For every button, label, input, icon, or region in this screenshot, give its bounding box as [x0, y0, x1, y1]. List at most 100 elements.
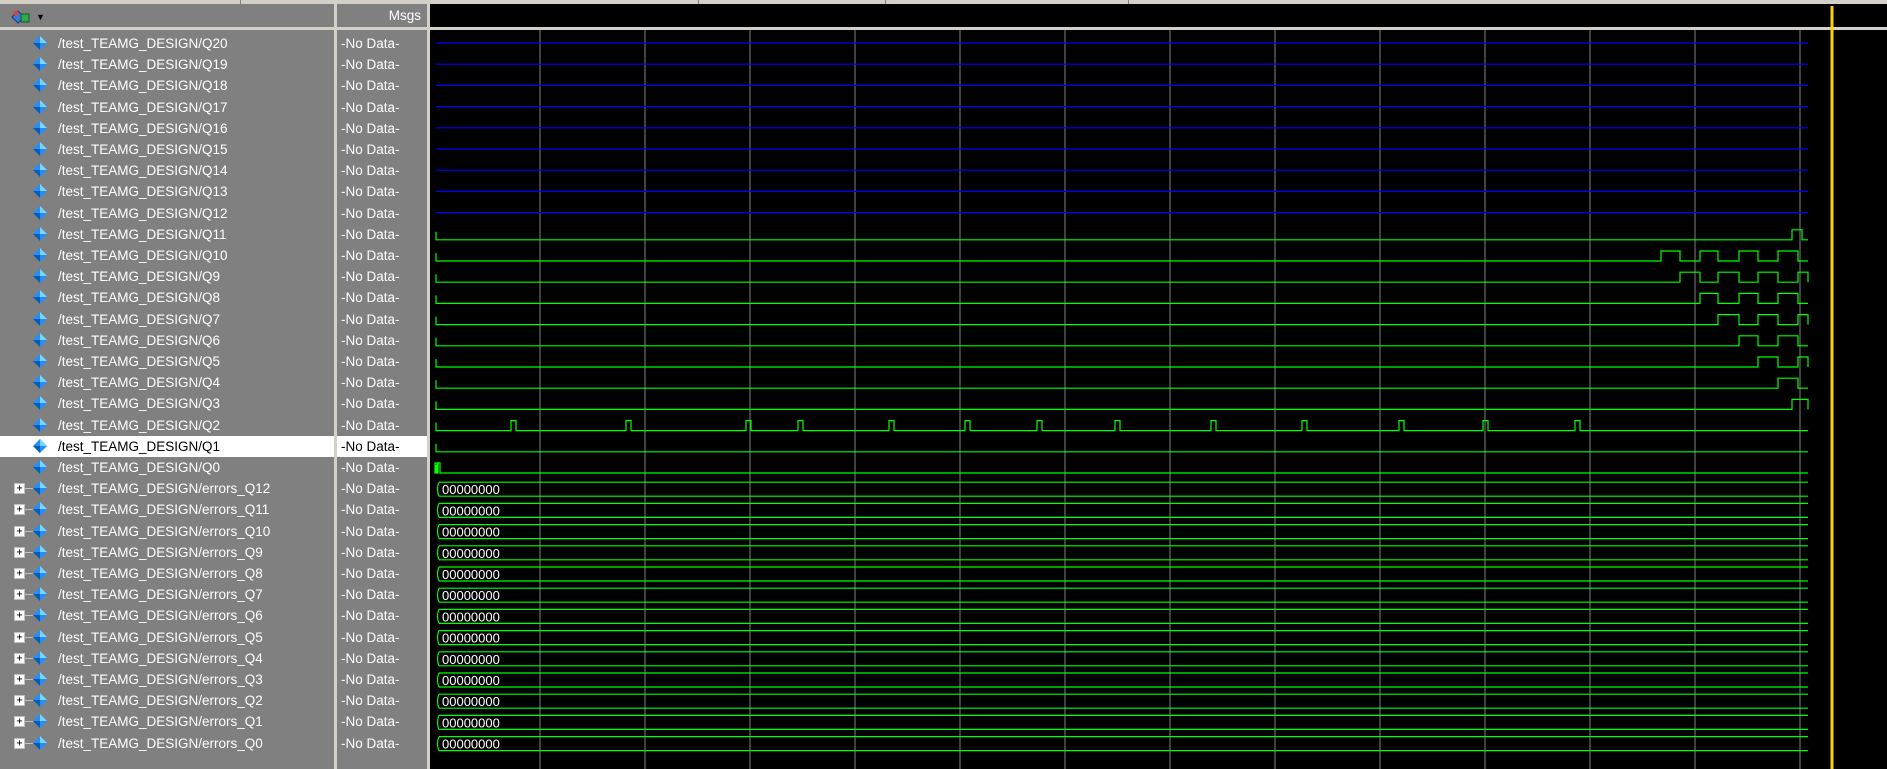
signal-diamond-icon — [33, 693, 47, 708]
signal-name: /test_TEAMG_DESIGN/Q5 — [58, 354, 221, 369]
signal-value: -No Data- — [341, 354, 400, 369]
tree-connector — [24, 509, 33, 511]
signal-row[interactable]: /test_TEAMG_DESIGN/Q6 — [0, 330, 334, 351]
tree-connector — [24, 488, 33, 490]
signal-name: /test_TEAMG_DESIGN/Q0 — [58, 460, 221, 475]
signal-row[interactable]: +/test_TEAMG_DESIGN/errors_Q0 — [0, 733, 334, 754]
bus-waveform — [436, 566, 1808, 582]
signal-row[interactable]: /test_TEAMG_DESIGN/Q12 — [0, 203, 334, 224]
waveform-canvas[interactable]: 00000000 00000000 00000000 00000000 00000000… — [430, 4, 1887, 769]
bus-waveform — [436, 651, 1808, 667]
signal-row[interactable]: +/test_TEAMG_DESIGN/errors_Q2 — [0, 690, 334, 711]
signal-row[interactable]: /test_TEAMG_DESIGN/Q14 — [0, 160, 334, 181]
signal-row[interactable]: +/test_TEAMG_DESIGN/errors_Q5 — [0, 627, 334, 648]
signal-row[interactable]: +/test_TEAMG_DESIGN/errors_Q12 — [0, 478, 334, 499]
signal-row[interactable]: /test_TEAMG_DESIGN/Q8 — [0, 287, 334, 308]
bus-value-label: 00000000 — [442, 652, 500, 667]
bus-value-label: 00000000 — [442, 737, 500, 752]
signal-value: -No Data- — [341, 205, 400, 221]
signal-row[interactable]: +/test_TEAMG_DESIGN/errors_Q8 — [0, 563, 334, 584]
signal-name: /test_TEAMG_DESIGN/Q17 — [58, 99, 228, 115]
signal-row[interactable]: +/test_TEAMG_DESIGN/errors_Q6 — [0, 605, 334, 626]
signal-name: /test_TEAMG_DESIGN/errors_Q10 — [58, 523, 271, 539]
signal-row[interactable]: /test_TEAMG_DESIGN/Q3 — [0, 393, 334, 414]
bus-value-label: 00000000 — [442, 715, 500, 730]
signal-row[interactable]: +/test_TEAMG_DESIGN/errors_Q7 — [0, 584, 334, 605]
signal-value: -No Data- — [341, 438, 400, 454]
signal-row[interactable]: /test_TEAMG_DESIGN/Q15 — [0, 139, 334, 160]
signal-name: /test_TEAMG_DESIGN/Q1 — [58, 438, 221, 454]
bus-waveform — [436, 481, 1808, 497]
signal-row[interactable]: +/test_TEAMG_DESIGN/errors_Q11 — [0, 499, 334, 520]
signal-names-pane[interactable]: ▼ /test_TEAMG_DESIGN/Q20/test_TEAMG_DESI… — [0, 4, 337, 769]
values-pane: Msgs -No Data- -No Data- -No Data- -No Data… — [337, 4, 430, 769]
signal-diamond-icon — [33, 650, 47, 665]
bus-value-label: 00000000 — [442, 673, 500, 688]
signal-row[interactable]: /test_TEAMG_DESIGN/Q19 — [0, 54, 334, 75]
signal-name: /test_TEAMG_DESIGN/errors_Q3 — [58, 672, 263, 687]
signal-row[interactable]: +/test_TEAMG_DESIGN/errors_Q4 — [0, 648, 334, 669]
signal-row[interactable]: /test_TEAMG_DESIGN/Q18 — [0, 75, 334, 96]
signal-row[interactable]: /test_TEAMG_DESIGN/Q13 — [0, 181, 334, 202]
bus-value-label: 00000000 — [442, 503, 500, 518]
signal-row[interactable]: /test_TEAMG_DESIGN/Q17 — [0, 97, 334, 118]
bus-waveform — [436, 630, 1808, 646]
signal-row[interactable]: /test_TEAMG_DESIGN/Q4 — [0, 372, 334, 393]
signal-diamond-icon — [33, 629, 47, 644]
signal-value: -No Data- — [341, 375, 400, 391]
signal-name: /test_TEAMG_DESIGN/Q15 — [58, 142, 228, 157]
signal-value: -No Data- — [341, 163, 400, 179]
signal-row[interactable]: /test_TEAMG_DESIGN/Q20 — [0, 33, 334, 54]
names-header: ▼ — [0, 4, 334, 30]
signal-row[interactable]: +/test_TEAMG_DESIGN/errors_Q1 — [0, 711, 334, 732]
signal-value: -No Data- — [341, 269, 400, 285]
signal-value: -No Data- — [341, 332, 400, 348]
signal-row[interactable]: +/test_TEAMG_DESIGN/errors_Q10 — [0, 521, 334, 542]
signal-row[interactable]: /test_TEAMG_DESIGN/Q10 — [0, 245, 334, 266]
signal-value: -No Data- — [341, 502, 400, 518]
signal-name: /test_TEAMG_DESIGN/errors_Q7 — [58, 587, 263, 603]
waveform-pane[interactable]: 00000000 00000000 00000000 00000000 00000000… — [430, 4, 1887, 769]
bus-value-label: 00000000 — [442, 694, 500, 709]
bus-value-label: 00000000 — [442, 631, 500, 646]
signal-row[interactable]: /test_TEAMG_DESIGN/Q1 — [0, 436, 334, 457]
signal-diamond-icon — [33, 290, 47, 305]
digital-waveform — [435, 250, 1808, 262]
signal-row[interactable]: /test_TEAMG_DESIGN/Q9 — [0, 266, 334, 287]
signal-row[interactable]: /test_TEAMG_DESIGN/Q0 — [0, 457, 334, 478]
signal-value: -No Data- — [341, 290, 400, 306]
signal-diamond-icon — [33, 248, 47, 262]
tree-connector — [24, 657, 33, 659]
chevron-down-icon[interactable]: ▼ — [36, 12, 45, 22]
wave-tools-icon[interactable] — [10, 9, 32, 25]
signal-name: /test_TEAMG_DESIGN/Q2 — [58, 417, 221, 433]
bus-value-label: 00000000 — [442, 588, 500, 603]
bus-waveform — [436, 608, 1808, 624]
signal-diamond-icon — [33, 544, 47, 559]
signal-name: /test_TEAMG_DESIGN/Q9 — [58, 269, 221, 285]
signal-value: -No Data- — [341, 311, 400, 327]
signal-row[interactable]: /test_TEAMG_DESIGN/Q5 — [0, 351, 334, 372]
signal-row[interactable]: /test_TEAMG_DESIGN/Q16 — [0, 118, 334, 139]
bus-waveform — [436, 693, 1808, 709]
signal-name: /test_TEAMG_DESIGN/Q20 — [58, 36, 228, 51]
bus-waveform — [436, 502, 1808, 518]
signal-row[interactable]: /test_TEAMG_DESIGN/Q7 — [0, 309, 334, 330]
tree-connector — [24, 573, 33, 574]
signal-name: /test_TEAMG_DESIGN/errors_Q5 — [58, 629, 263, 645]
signal-diamond-icon — [33, 78, 47, 93]
signal-name: /test_TEAMG_DESIGN/Q8 — [58, 290, 221, 306]
signal-value: -No Data- — [341, 608, 400, 624]
msgs-header: Msgs — [337, 4, 427, 30]
digital-waveform — [435, 229, 1808, 241]
signal-row[interactable]: +/test_TEAMG_DESIGN/errors_Q3 — [0, 669, 334, 690]
signal-row[interactable]: /test_TEAMG_DESIGN/Q2 — [0, 415, 334, 436]
digital-waveform — [435, 356, 1809, 368]
signal-diamond-icon — [33, 142, 47, 156]
signal-value: -No Data- — [341, 523, 400, 539]
signal-diamond-icon — [33, 311, 47, 326]
signal-diamond-icon — [33, 163, 47, 178]
signal-row[interactable]: +/test_TEAMG_DESIGN/errors_Q9 — [0, 542, 334, 563]
signal-row[interactable]: /test_TEAMG_DESIGN/Q11 — [0, 224, 334, 245]
signal-diamond-icon — [33, 481, 47, 496]
